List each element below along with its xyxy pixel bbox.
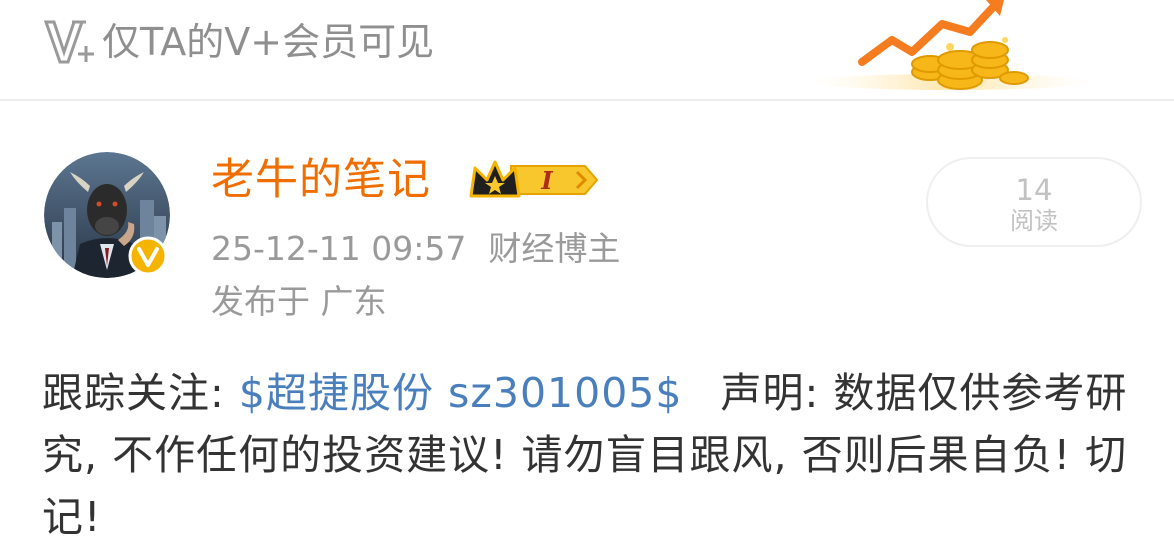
vplus-members-only-text: 仅TA的V+会员可见 xyxy=(102,20,435,64)
crown-level-badge-icon[interactable]: I xyxy=(467,156,599,204)
vplus-logo-icon xyxy=(43,20,94,64)
badge-level-text: I xyxy=(540,166,553,195)
read-count-pill[interactable]: 14 阅读 xyxy=(926,157,1142,247)
author-name[interactable]: 老牛的笔记 xyxy=(211,150,431,210)
author-avatar[interactable] xyxy=(44,152,170,278)
read-count-label: 阅读 xyxy=(1010,207,1058,235)
post-timestamp: 25-12-11 09:57 xyxy=(211,229,467,268)
verified-v-badge-icon xyxy=(128,236,168,276)
post-content-prefix: 跟踪关注: xyxy=(42,369,239,417)
author-tag: 财经博主 xyxy=(488,229,621,268)
post-content: 跟踪关注: $超捷股份 sz301005$ 声明: 数据仅供参考研究, 不作任何的… xyxy=(42,362,1152,548)
growth-arrow-coins-icon xyxy=(810,0,1090,90)
vplus-banner[interactable]: 仅TA的V+会员可见 xyxy=(0,0,1174,98)
stock-link[interactable]: $超捷股份 sz301005$ xyxy=(239,369,683,417)
read-count-number: 14 xyxy=(1015,173,1053,207)
post-location: 发布于 广东 xyxy=(211,282,387,321)
banner-divider xyxy=(0,99,1174,101)
post-meta: 25-12-11 09:57 财经博主 xyxy=(211,226,620,272)
